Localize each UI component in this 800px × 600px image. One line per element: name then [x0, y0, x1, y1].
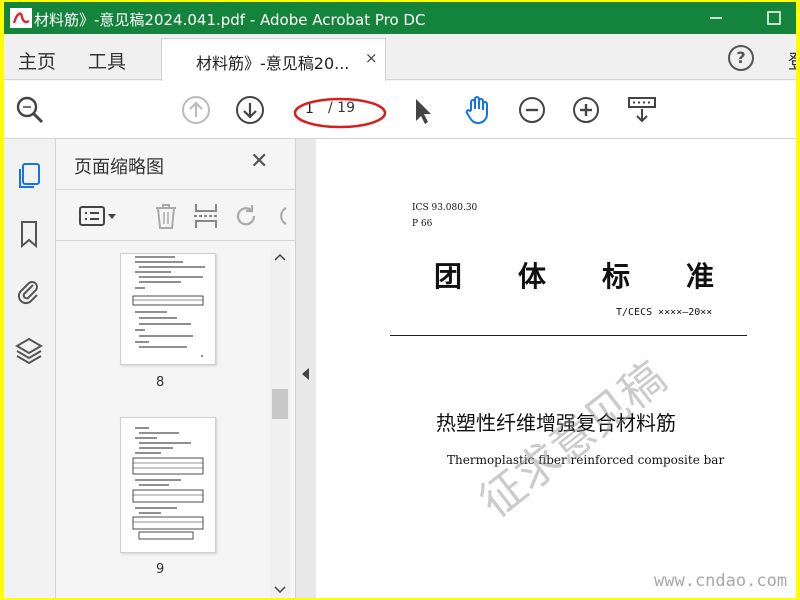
- sign-in-button[interactable]: 登: [788, 47, 796, 74]
- ics-code: ICS 93.080.30: [412, 203, 478, 213]
- title-char: 体: [517, 260, 546, 293]
- thumbnail-list: 8 9: [70, 247, 282, 598]
- window-title: 材料筋》-意见稿2024.041.pdf - Adobe Acrobat Pro…: [34, 11, 426, 29]
- hand-tool-icon[interactable]: [462, 94, 494, 126]
- thumbnail-page-9[interactable]: [120, 417, 216, 553]
- standard-type-title: 团 体 标 准: [434, 255, 714, 295]
- title-char: 标: [601, 260, 630, 293]
- zoom-in-icon[interactable]: [570, 94, 602, 126]
- rotate-page-icon[interactable]: [232, 202, 260, 230]
- thumbnail-page-8-preview: [132, 256, 205, 357]
- title-bar: 材料筋》-意见稿2024.041.pdf - Adobe Acrobat Pro…: [4, 2, 796, 34]
- thumbnail-toolbar: [56, 189, 296, 241]
- tab-bar: 主页 工具 材料筋》-意见稿20... × ? 登: [4, 34, 796, 81]
- attachment-icon[interactable]: [14, 277, 44, 307]
- title-char: 团: [434, 260, 463, 293]
- layers-icon[interactable]: [14, 335, 44, 365]
- page-thumbnails-icon[interactable]: [14, 161, 44, 191]
- document-page: ICS 93.080.30 P 66 团 体 标 准 T/CECS ××××—2…: [316, 139, 796, 598]
- chinese-title: 热塑性纤维增强复合材料筋: [436, 411, 676, 435]
- acrobat-logo-icon: [10, 8, 32, 28]
- maximize-icon[interactable]: [764, 8, 784, 28]
- main-toolbar: 1 / 19: [4, 81, 796, 139]
- panel-title: 页面缩略图: [74, 157, 164, 178]
- tab-home[interactable]: 主页: [18, 47, 56, 74]
- thumbnail-page-8-number: 8: [156, 375, 165, 390]
- p-code: P 66: [412, 219, 433, 229]
- page-total: / 19: [328, 100, 355, 116]
- search-icon[interactable]: [14, 94, 46, 126]
- standard-code: T/CECS ××××—20××: [616, 307, 713, 318]
- draft-watermark: 征求意见稿: [470, 352, 676, 528]
- delete-page-icon[interactable]: [152, 202, 180, 230]
- acrobat-window: 材料筋》-意见稿2024.041.pdf - Adobe Acrobat Pro…: [4, 2, 796, 598]
- page-number-input[interactable]: 1: [299, 97, 325, 121]
- help-icon[interactable]: ?: [728, 45, 754, 71]
- site-watermark: www.cndao.com: [654, 571, 788, 591]
- scroll-down-icon[interactable]: [274, 586, 286, 594]
- panel-collapse-handle[interactable]: [296, 139, 316, 598]
- minimize-icon[interactable]: [706, 8, 726, 28]
- scrollbar-thumb[interactable]: [272, 389, 288, 419]
- select-cursor-icon[interactable]: [406, 94, 438, 126]
- panel-close-button[interactable]: ✕: [250, 149, 268, 174]
- header-rule: [390, 335, 747, 336]
- thumbnail-scrollbar[interactable]: [270, 249, 290, 598]
- bookmark-icon[interactable]: [14, 219, 44, 249]
- english-title: Thermoplastic fiber reinforced composite…: [447, 453, 725, 467]
- extract-pages-icon[interactable]: [192, 202, 220, 230]
- thumbnail-page-9-number: 9: [156, 562, 165, 577]
- more-tools-icon[interactable]: [626, 94, 658, 126]
- page-down-icon[interactable]: [234, 94, 266, 126]
- rotate-page-cut-icon[interactable]: [274, 202, 288, 230]
- page-thumbnails-panel: 页面缩略图 ✕ 8 9: [56, 139, 296, 598]
- page-up-icon[interactable]: [180, 94, 212, 126]
- document-tab-label: 材料筋》-意见稿20...: [196, 54, 350, 73]
- tab-tools[interactable]: 工具: [88, 47, 126, 74]
- scroll-up-icon[interactable]: [274, 253, 286, 261]
- title-char: 准: [685, 260, 714, 293]
- left-navigation-rail: [4, 139, 56, 598]
- thumbnail-page-9-preview: [132, 427, 204, 540]
- thumbnail-page-8[interactable]: [120, 253, 216, 365]
- tab-document[interactable]: 材料筋》-意见稿20... ×: [161, 38, 386, 81]
- close-tab-button[interactable]: ×: [365, 49, 378, 67]
- options-menu-icon[interactable]: [78, 202, 118, 230]
- collapse-arrow-icon: [302, 368, 309, 380]
- zoom-out-icon[interactable]: [516, 94, 548, 126]
